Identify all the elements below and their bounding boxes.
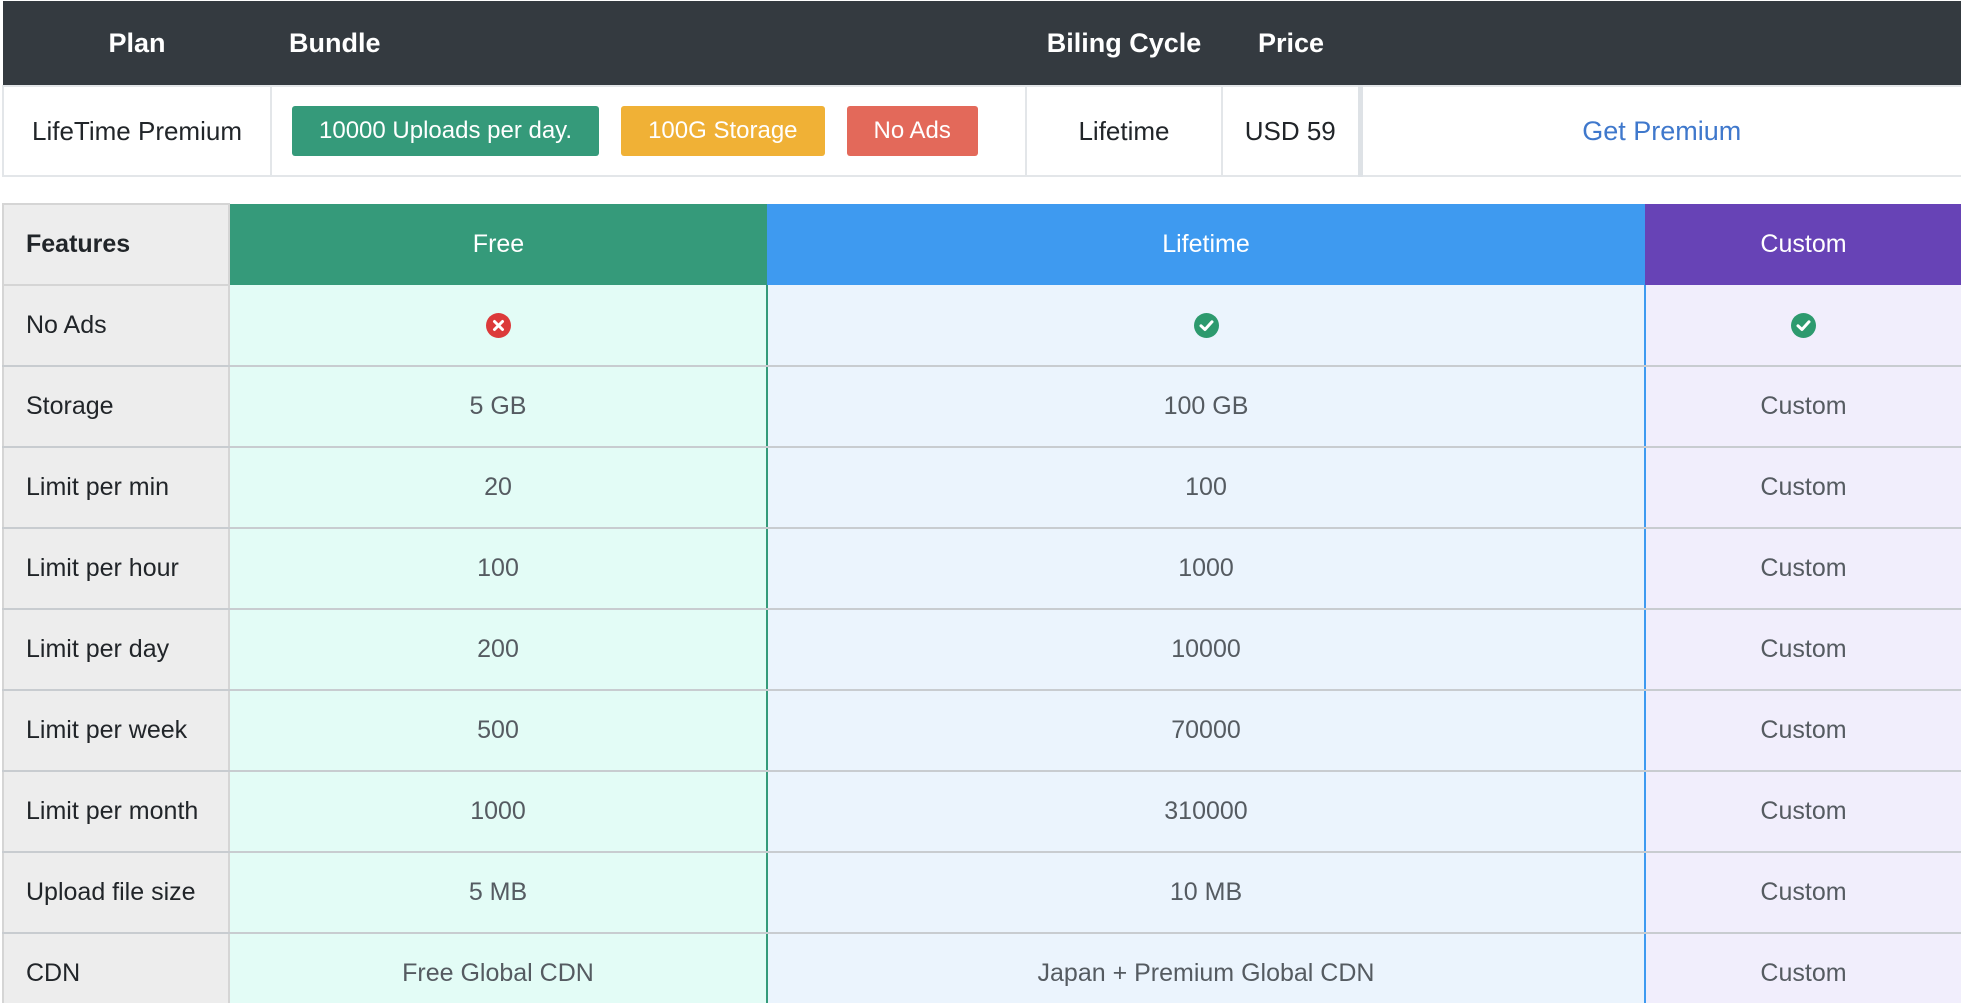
lifetime-value: 10 MB — [767, 852, 1646, 934]
plan-name: LifeTime Premium — [2, 85, 272, 177]
custom-value: Custom — [1645, 609, 1961, 691]
lifetime-value: 10000 — [767, 609, 1646, 691]
check-circle-icon — [1791, 313, 1816, 339]
features-header: Features — [2, 203, 230, 286]
free-value: 500 — [229, 690, 768, 772]
table-row: Limit per week 500 70000 Custom — [2, 690, 1961, 772]
plan-table-header: Plan Bundle Biling Cycle Price — [3, 1, 1961, 86]
free-value: 5 MB — [229, 852, 768, 934]
table-row: Upload file size 5 MB 10 MB Custom — [2, 852, 1961, 934]
uploads-badge: 10000 Uploads per day. — [292, 106, 600, 156]
table-row: Limit per min 20 100 Custom — [2, 447, 1961, 529]
table-row: Limit per month 1000 310000 Custom — [2, 771, 1961, 853]
custom-value: Custom — [1645, 771, 1961, 853]
action-cell: Get Premium — [1357, 85, 1961, 177]
lifetime-value: 100 GB — [767, 366, 1646, 448]
plan-row: LifeTime Premium 10000 Uploads per day. 1… — [2, 85, 1961, 177]
price-header: Price — [1222, 1, 1360, 86]
custom-value — [1645, 285, 1961, 367]
plan-table: Plan Bundle Biling Cycle Price LifeTime … — [2, 1, 1961, 177]
bundle-cell: 10000 Uploads per day. 100G Storage No Ads — [270, 85, 1027, 177]
custom-value: Custom — [1645, 852, 1961, 934]
billing-cycle-header: Biling Cycle — [1026, 1, 1222, 86]
custom-plan-header: Custom — [1645, 204, 1961, 285]
action-header — [1360, 1, 1961, 86]
custom-value: Custom — [1645, 366, 1961, 448]
features-table: Features Free Lifetime Custom No Ads Sto… — [2, 203, 1961, 1003]
lifetime-value — [767, 285, 1646, 367]
feature-label: Limit per week — [2, 690, 230, 772]
table-row: Limit per hour 100 1000 Custom — [2, 528, 1961, 610]
price-value: USD 59 — [1221, 85, 1361, 177]
lifetime-plan-header: Lifetime — [767, 204, 1645, 285]
free-value: 20 — [229, 447, 768, 529]
free-value: 200 — [229, 609, 768, 691]
bundle-header: Bundle — [271, 1, 1026, 86]
lifetime-value: 1000 — [767, 528, 1646, 610]
lifetime-value: 70000 — [767, 690, 1646, 772]
check-circle-icon — [1193, 313, 1219, 339]
billing-cycle-value: Lifetime — [1025, 85, 1223, 177]
table-row: CDN Free Global CDN Japan + Premium Glob… — [2, 933, 1961, 1003]
table-row: Storage 5 GB 100 GB Custom — [2, 366, 1961, 448]
feature-label: Limit per day — [2, 609, 230, 691]
free-value: 5 GB — [229, 366, 768, 448]
get-premium-link[interactable]: Get Premium — [1582, 116, 1741, 146]
feature-label: CDN — [2, 933, 230, 1003]
feature-label: Upload file size — [2, 852, 230, 934]
no-ads-badge: No Ads — [846, 106, 978, 156]
feature-label: No Ads — [2, 285, 230, 367]
custom-value: Custom — [1645, 690, 1961, 772]
x-circle-icon — [485, 313, 511, 339]
free-value — [229, 285, 768, 367]
feature-label: Storage — [2, 366, 230, 448]
feature-label: Limit per month — [2, 771, 230, 853]
custom-value: Custom — [1645, 933, 1961, 1003]
table-row: No Ads — [2, 285, 1961, 367]
features-header-row: Features Free Lifetime Custom — [2, 203, 1961, 286]
lifetime-value: 310000 — [767, 771, 1646, 853]
free-value: 1000 — [229, 771, 768, 853]
custom-value: Custom — [1645, 447, 1961, 529]
plan-header: Plan — [3, 1, 271, 86]
lifetime-value: 100 — [767, 447, 1646, 529]
free-value: Free Global CDN — [229, 933, 768, 1003]
free-plan-header: Free — [229, 204, 767, 285]
table-row: Limit per day 200 10000 Custom — [2, 609, 1961, 691]
feature-label: Limit per hour — [2, 528, 230, 610]
free-value: 100 — [229, 528, 768, 610]
storage-badge: 100G Storage — [621, 106, 825, 156]
custom-value: Custom — [1645, 528, 1961, 610]
lifetime-value: Japan + Premium Global CDN — [767, 933, 1646, 1003]
feature-label: Limit per min — [2, 447, 230, 529]
